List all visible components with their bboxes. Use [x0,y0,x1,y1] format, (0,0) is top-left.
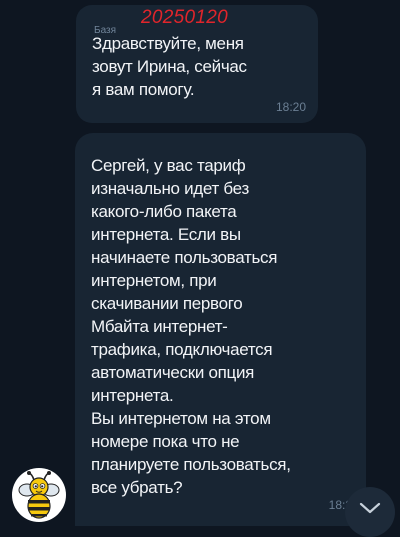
message-text: Сергей, у вас тариф изначально идет без … [91,156,291,497]
date-stamp: 20250120 [141,7,228,28]
avatar[interactable] [12,468,66,522]
message-text: Здравствуйте, меня зовут Ирина, сейчас я… [92,34,247,99]
sender-name[interactable]: Базя [94,25,116,36]
bee-icon [18,471,60,519]
chevron-down-icon [359,502,381,514]
message-bubble[interactable]: Сергей, у вас тариф изначально идет без … [75,133,366,526]
message-time: 18:20 [275,100,306,114]
message-bubble[interactable]: Базя 20250120 Здравствуйте, меня зовут И… [76,5,318,123]
scroll-down-button[interactable] [345,487,395,537]
